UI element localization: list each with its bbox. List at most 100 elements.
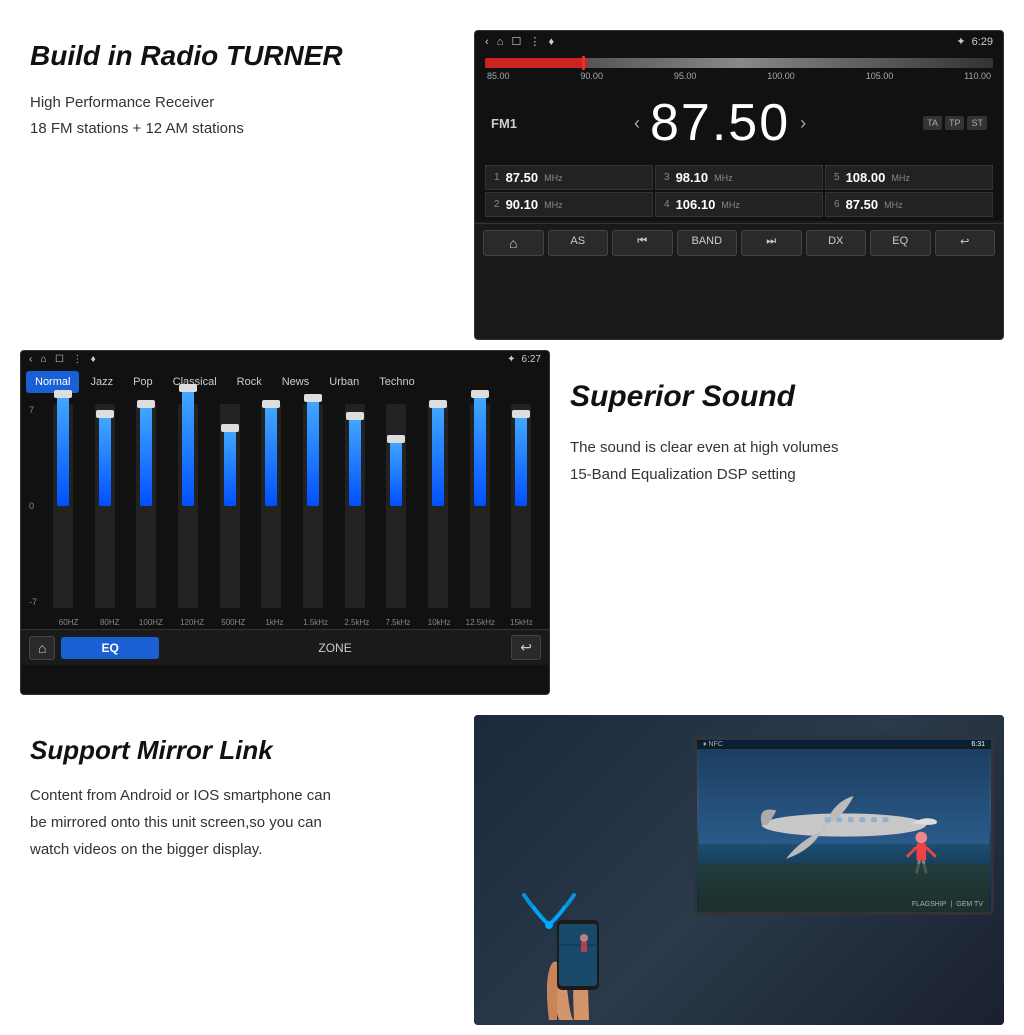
preset-4[interactable]: 4 106.10 MHz: [655, 192, 823, 217]
radio-as-button[interactable]: AS: [548, 230, 609, 256]
eq-band-handle-80hz[interactable]: [96, 410, 114, 418]
preset-2[interactable]: 2 90.10 MHz: [485, 192, 653, 217]
freq-prev-button[interactable]: ‹: [634, 113, 640, 134]
eq-band-fill-10khz: [432, 404, 444, 506]
eq-band-60hz[interactable]: [43, 400, 83, 612]
eq-band-handle-500hz[interactable]: [221, 424, 239, 432]
hand-svg: [529, 890, 619, 1020]
eq-band-handle-10khz[interactable]: [429, 400, 447, 408]
eq-tab-urban[interactable]: Urban: [320, 371, 368, 393]
eq-band-handle-75khz[interactable]: [387, 435, 405, 443]
eq-status-left: ‹ ⌂ ☐ ⋮ ♦: [29, 354, 96, 365]
car-head-unit: ♦ NFC 6:31: [694, 735, 994, 915]
mic-icon: ♦: [548, 36, 554, 48]
radio-desc-line2: 18 FM stations + 12 AM stations: [30, 116, 454, 142]
freq-next-button[interactable]: ›: [800, 113, 806, 134]
radio-screen: ‹ ⌂ ☐ ⋮ ♦ ✦ 6:29 85.00 90.00 95.00 100.0…: [474, 30, 1004, 340]
home-icon[interactable]: ⌂: [497, 36, 504, 48]
eq-band-handle-25khz[interactable]: [346, 412, 364, 420]
eq-band-handle-1khz[interactable]: [262, 400, 280, 408]
eq-band-75khz[interactable]: [376, 400, 416, 612]
freq-label-100: 100.00: [767, 71, 795, 81]
brand-separator: |: [950, 901, 952, 908]
eq-band-80hz[interactable]: [85, 400, 125, 612]
radio-band-button[interactable]: BAND: [677, 230, 738, 256]
status-time: 6:29: [972, 36, 993, 48]
window-icon[interactable]: ☐: [511, 36, 521, 48]
freq-bar[interactable]: [485, 58, 993, 68]
radio-next-button[interactable]: ⏭: [741, 230, 802, 256]
status-left-icons: ‹ ⌂ ☐ ⋮ ♦: [485, 35, 559, 48]
eq-tab-rock[interactable]: Rock: [228, 371, 271, 393]
freq-needle: [582, 56, 585, 70]
eq-band-handle-120hz[interactable]: [179, 384, 197, 392]
eq-band-fill-75khz: [390, 439, 402, 506]
eq-band-fill-15k: [515, 414, 527, 506]
sound-title: Superior Sound: [570, 380, 1004, 414]
menu-icon[interactable]: ⋮: [529, 36, 540, 48]
brand1: FLAGSHIP: [912, 901, 947, 908]
eq-tab-techno[interactable]: Techno: [370, 371, 423, 393]
preset-1[interactable]: 1 87.50 MHz: [485, 165, 653, 190]
unit-status-left: ♦ NFC: [703, 741, 723, 748]
eq-band-120hz[interactable]: [168, 400, 208, 612]
eq-band-100hz[interactable]: [126, 400, 166, 612]
fm-display: FM1 ‹ 87.50 › TA TP ST: [475, 85, 1003, 161]
eq-y-0: 0: [29, 501, 37, 511]
radio-text-block: Build in Radio TURNER High Performance R…: [30, 30, 454, 141]
radio-back-button[interactable]: ↩: [935, 230, 996, 256]
eq-back-button[interactable]: ↩: [511, 635, 541, 660]
eq-band-handle-100hz[interactable]: [137, 400, 155, 408]
screen-branding: FLAGSHIP | GEM TV: [912, 901, 983, 908]
mirror-screen: ♦ NFC 6:31: [474, 715, 1004, 1025]
eq-band-1khz[interactable]: [251, 400, 291, 612]
eq-band-25khz[interactable]: [335, 400, 375, 612]
mirror-text-block: Support Mirror Link Content from Android…: [30, 715, 454, 863]
eq-band-125khz[interactable]: [460, 400, 500, 612]
back-icon[interactable]: ‹: [485, 36, 489, 48]
freq-label-85: 85.00: [487, 71, 510, 81]
middle-row: ‹ ⌂ ☐ ⋮ ♦ ✦ 6:27 Normal Jazz Pop Classic…: [0, 350, 1024, 705]
preset-3[interactable]: 3 98.10 MHz: [655, 165, 823, 190]
eq-band-fill-120hz: [182, 388, 194, 506]
preset-5[interactable]: 5 108.00 MHz: [825, 165, 993, 190]
freq-60hz: 60HZ: [49, 618, 88, 627]
sound-line1: The sound is clear even at high volumes: [570, 434, 1004, 461]
eq-eq-button[interactable]: EQ: [61, 637, 158, 659]
freq-15k: 15kHz: [502, 618, 541, 627]
fm-badges: TA TP ST: [923, 116, 987, 130]
preset-6[interactable]: 6 87.50 MHz: [825, 192, 993, 217]
eq-band-fill-15khz: [307, 398, 319, 506]
freq-slider-area[interactable]: 85.00 90.00 95.00 100.00 105.00 110.00: [475, 52, 1003, 85]
eq-band-fill-80hz: [99, 414, 111, 506]
radio-title: Build in Radio TURNER: [30, 40, 454, 72]
radio-eq-button[interactable]: EQ: [870, 230, 931, 256]
eq-tab-jazz[interactable]: Jazz: [81, 371, 122, 393]
car-unit-screen: ♦ NFC 6:31: [697, 738, 991, 912]
eq-bt-icon: ✦: [507, 354, 515, 365]
eq-band-15k[interactable]: [501, 400, 541, 612]
eq-tab-news[interactable]: News: [273, 371, 319, 393]
eq-band-handle-60hz[interactable]: [54, 390, 72, 398]
unit-status-bar: ♦ NFC 6:31: [697, 740, 991, 749]
radio-dx-button[interactable]: DX: [806, 230, 867, 256]
freq-label-90: 90.00: [580, 71, 603, 81]
fm-frequency-display: 87.50: [650, 93, 790, 153]
sound-line2: 15-Band Equalization DSP setting: [570, 461, 1004, 488]
eq-home-button[interactable]: ⌂: [29, 636, 55, 660]
eq-band-handle-15k[interactable]: [512, 410, 530, 418]
eq-tab-pop[interactable]: Pop: [124, 371, 162, 393]
eq-band-handle-15khz[interactable]: [304, 394, 322, 402]
eq-band-15khz[interactable]: [293, 400, 333, 612]
eq-band-10khz[interactable]: [418, 400, 458, 612]
radio-desc-line1: High Performance Receiver: [30, 90, 454, 116]
eq-band-500hz[interactable]: [210, 400, 250, 612]
eq-band-handle-125khz[interactable]: [471, 390, 489, 398]
airplane-svg: [697, 738, 991, 912]
fm-arrows: ‹ 87.50 ›: [634, 93, 806, 153]
radio-home-button[interactable]: ⌂: [483, 230, 544, 256]
radio-status-bar: ‹ ⌂ ☐ ⋮ ♦ ✦ 6:29: [475, 31, 1003, 52]
phone-in-hand: [529, 890, 619, 1025]
radio-prev-button[interactable]: ⏮: [612, 230, 673, 256]
freq-label-95: 95.00: [674, 71, 697, 81]
